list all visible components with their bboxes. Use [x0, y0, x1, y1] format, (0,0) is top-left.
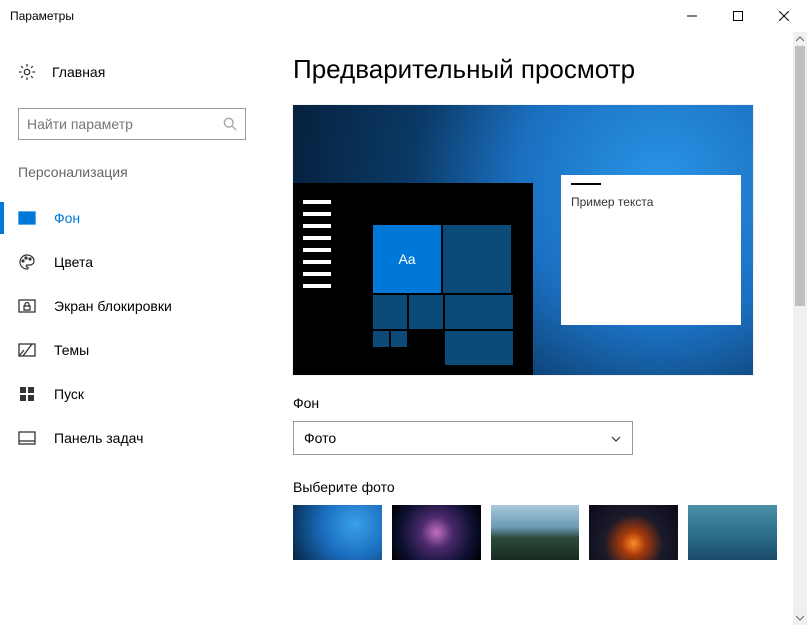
- desktop-preview: Aa Пример текста: [293, 105, 753, 375]
- background-label: Фон: [293, 395, 777, 411]
- sidebar-item-label: Цвета: [54, 254, 93, 270]
- sidebar-item-label: Пуск: [54, 386, 84, 402]
- choose-photo-label: Выберите фото: [293, 479, 777, 495]
- start-icon: [18, 385, 36, 403]
- photo-thumbnail[interactable]: [293, 505, 382, 560]
- sidebar-item-label: Панель задач: [54, 430, 143, 446]
- titlebar: Параметры: [0, 0, 807, 32]
- sidebar-item-taskbar[interactable]: Панель задач: [0, 416, 265, 460]
- home-label: Главная: [52, 64, 105, 80]
- picture-icon: [18, 209, 36, 227]
- background-type-dropdown[interactable]: Фото: [293, 421, 633, 455]
- window-title: Параметры: [10, 9, 74, 23]
- sidebar-item-label: Экран блокировки: [54, 298, 172, 314]
- scroll-up-icon[interactable]: [793, 32, 807, 46]
- preview-tile-aa: Aa: [373, 225, 441, 293]
- sidebar-item-label: Темы: [54, 342, 89, 358]
- search-input[interactable]: [18, 108, 246, 140]
- sidebar-item-start[interactable]: Пуск: [0, 372, 265, 416]
- dropdown-value: Фото: [304, 430, 336, 446]
- sidebar-item-background[interactable]: Фон: [0, 196, 265, 240]
- sidebar-item-themes[interactable]: Темы: [0, 328, 265, 372]
- sidebar-item-lockscreen[interactable]: Экран блокировки: [0, 284, 265, 328]
- search-icon: [223, 117, 237, 131]
- content-area: Предварительный просмотр Aa Пример текст…: [265, 32, 807, 625]
- preview-window: Пример текста: [561, 175, 741, 325]
- page-title: Предварительный просмотр: [293, 54, 777, 85]
- minimize-button[interactable]: [669, 0, 715, 32]
- photo-thumbnail[interactable]: [491, 505, 580, 560]
- sidebar-item-label: Фон: [54, 210, 80, 226]
- scrollbar-thumb[interactable]: [795, 46, 805, 306]
- photo-thumbnails: [293, 505, 777, 560]
- photo-thumbnail[interactable]: [392, 505, 481, 560]
- lockscreen-icon: [18, 297, 36, 315]
- home-link[interactable]: Главная: [0, 54, 265, 90]
- close-button[interactable]: [761, 0, 807, 32]
- search-field[interactable]: [27, 116, 223, 132]
- scroll-down-icon[interactable]: [793, 611, 807, 625]
- palette-icon: [18, 253, 36, 271]
- sample-text: Пример текста: [561, 195, 741, 209]
- taskbar-icon: [18, 429, 36, 447]
- sidebar-item-colors[interactable]: Цвета: [0, 240, 265, 284]
- gear-icon: [18, 63, 36, 81]
- photo-thumbnail[interactable]: [589, 505, 678, 560]
- themes-icon: [18, 341, 36, 359]
- chevron-down-icon: [610, 432, 622, 444]
- vertical-scrollbar[interactable]: [793, 32, 807, 625]
- sidebar: Главная Персонализация Фон Цвета Экран: [0, 32, 265, 625]
- photo-thumbnail[interactable]: [688, 505, 777, 560]
- category-label: Персонализация: [0, 164, 265, 180]
- maximize-button[interactable]: [715, 0, 761, 32]
